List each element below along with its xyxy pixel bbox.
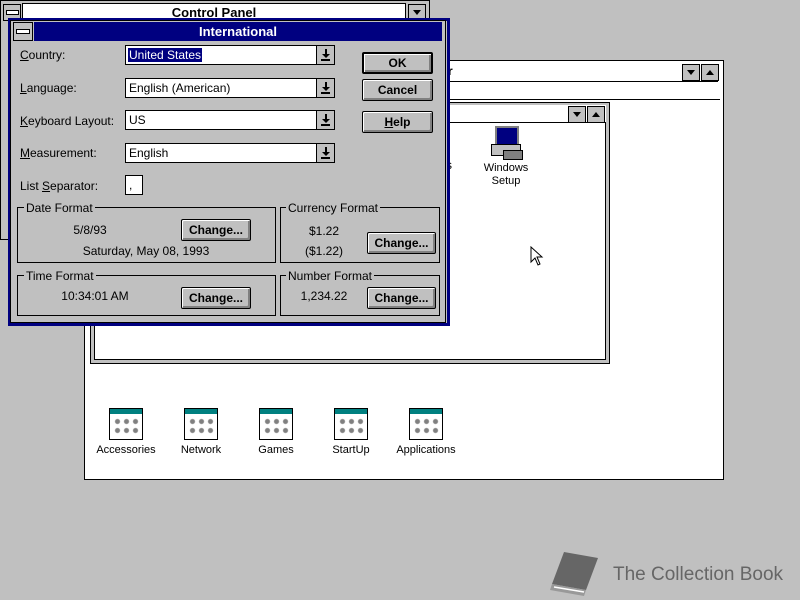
number-value: 1,234.22 [300, 289, 348, 303]
country-label: Country: [20, 48, 66, 62]
date-short-value: 5/8/93 [73, 223, 107, 237]
time-value: 10:34:01 AM [61, 289, 129, 303]
maximize-button[interactable] [701, 64, 719, 81]
group-icon-applications[interactable]: Applications [391, 408, 461, 456]
country-label-text: ountry: [28, 48, 66, 62]
number-format-title: Number Format [286, 269, 375, 283]
currency-positive-value: $1.22 [308, 224, 340, 238]
program-manager-menubar [448, 82, 720, 100]
date-format-title: Date Format [24, 201, 95, 215]
chevron-down-icon [687, 70, 695, 75]
dropdown-arrow-icon[interactable] [316, 144, 334, 162]
minimize-button[interactable] [682, 64, 700, 81]
cancel-button[interactable]: Cancel [362, 79, 433, 101]
list-separator-input[interactable]: , [125, 175, 143, 195]
measurement-value: English [129, 146, 169, 160]
dropdown-arrow-icon[interactable] [316, 111, 334, 129]
currency-negative-value: ($1.22) [304, 244, 344, 258]
keyboard-value: US [129, 113, 146, 127]
mouse-pointer-icon [530, 246, 544, 266]
date-long-value: Saturday, May 08, 1993 [82, 244, 210, 258]
country-value: United States [126, 47, 204, 63]
help-button-text: elp [393, 115, 411, 129]
list-separator-label: List Separator: [20, 179, 98, 193]
windows-setup-item[interactable]: Windows Setup [471, 126, 541, 188]
keyboard-layout-select[interactable]: US [125, 110, 335, 130]
windows-setup-label: Windows Setup [483, 162, 529, 187]
dropdown-arrow-icon[interactable] [316, 79, 334, 97]
watermark-text: The Collection Book [613, 564, 784, 585]
chevron-up-icon [592, 112, 600, 117]
group-icon-accessories[interactable]: Accessories [91, 408, 161, 456]
group-label: Accessories [96, 444, 156, 456]
main-minimize-button[interactable] [568, 106, 586, 123]
currency-format-title: Currency Format [286, 201, 381, 215]
group-icon-startup[interactable]: StartUp [316, 408, 386, 456]
measurement-select[interactable]: English [125, 143, 335, 163]
list-separator-label-text: List Separator: [20, 179, 99, 193]
program-group-icon [334, 408, 368, 440]
windows-setup-icon [489, 126, 523, 160]
language-select[interactable]: English (American) [125, 78, 335, 98]
program-group-icon [259, 408, 293, 440]
group-label: Games [258, 444, 294, 456]
dialog-system-menu[interactable] [13, 22, 33, 41]
keyboard-label-text: eyboard Layout: [28, 114, 115, 128]
program-group-icon [409, 408, 443, 440]
language-value: English (American) [129, 81, 231, 95]
ok-button[interactable]: OK [362, 52, 433, 74]
keyboard-layout-label: Keyboard Layout: [20, 114, 115, 128]
system-menu-icon [16, 29, 30, 34]
time-change-button[interactable]: Change... [181, 287, 251, 309]
dropdown-arrow-icon[interactable] [316, 46, 334, 64]
group-icon-games[interactable]: Games [241, 408, 311, 456]
system-menu-icon [5, 10, 19, 15]
program-manager-title[interactable]: r [448, 62, 718, 82]
date-change-button[interactable]: Change... [181, 219, 251, 241]
group-label: Network [180, 444, 222, 456]
language-label-text: anguage: [26, 81, 77, 95]
dialog-title[interactable]: International [34, 22, 442, 41]
program-group-icon [184, 408, 218, 440]
measurement-label-text: easurement: [30, 146, 97, 160]
group-label: Applications [396, 444, 456, 456]
currency-change-button[interactable]: Change... [367, 232, 436, 254]
group-label: StartUp [332, 444, 370, 456]
book-icon [550, 552, 598, 596]
measurement-label: Measurement: [20, 146, 97, 160]
chevron-down-icon [413, 10, 421, 15]
language-label: Language: [20, 81, 77, 95]
country-select[interactable]: United States [125, 45, 335, 65]
number-change-button[interactable]: Change... [367, 287, 436, 309]
main-maximize-button[interactable] [587, 106, 605, 123]
chevron-up-icon [706, 70, 714, 75]
program-group-icon [109, 408, 143, 440]
group-icon-network[interactable]: Network [166, 408, 236, 456]
chevron-down-icon [573, 112, 581, 117]
help-button[interactable]: Help [362, 111, 433, 133]
time-format-title: Time Format [24, 269, 96, 283]
